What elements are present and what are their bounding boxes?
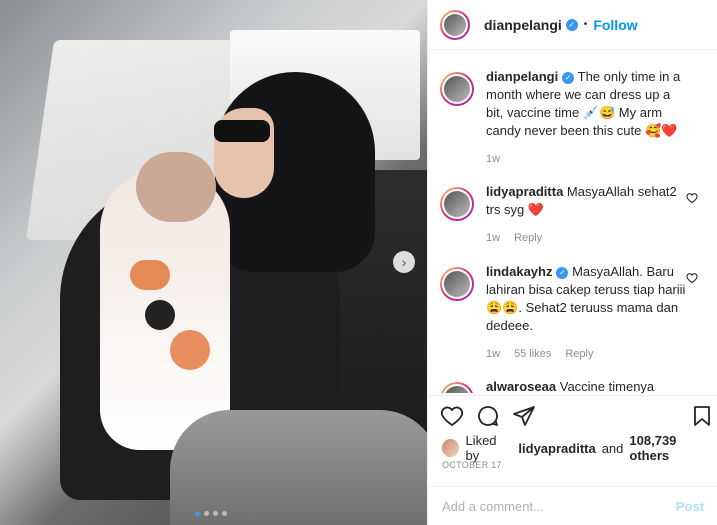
post-date: OCTOBER 17 xyxy=(442,460,502,470)
verified-badge-icon: ✓ xyxy=(562,71,575,84)
comments-list[interactable]: dianpelangi ✓ The only time in a month wh… xyxy=(428,68,717,393)
comment-username[interactable]: lindakayhz xyxy=(486,264,552,279)
front-seat xyxy=(170,410,427,525)
comment-time: 1w xyxy=(486,153,501,165)
post-comment-button[interactable]: Post xyxy=(676,499,704,514)
comment-body: lindakayhz ✓ MasyaAllah. Baru lahiran bis… xyxy=(486,263,688,363)
action-bar xyxy=(428,395,717,435)
follow-button[interactable]: Follow xyxy=(593,17,637,33)
comment-reply[interactable]: Reply xyxy=(514,232,542,244)
add-comment-bar: Post xyxy=(428,486,717,525)
bookmark-icon[interactable] xyxy=(690,404,714,428)
comment-input[interactable] xyxy=(440,497,664,515)
comment-icon[interactable] xyxy=(476,404,500,428)
comment-like-heart-icon[interactable] xyxy=(686,271,698,289)
caption: dianpelangi ✓ The only time in a month wh… xyxy=(428,68,717,168)
comment-meta: 1w 55 likes Reply xyxy=(486,345,688,363)
likes-others[interactable]: 108,739 others xyxy=(629,433,717,463)
avatar[interactable] xyxy=(440,187,474,221)
verified-badge-icon: ✓ xyxy=(556,266,569,279)
baby-head xyxy=(136,152,216,222)
comment-reply[interactable]: Reply xyxy=(565,348,593,360)
post-header: dianpelangi ✓ • Follow xyxy=(428,0,717,50)
carousel-indicator xyxy=(195,511,227,516)
comment-item: lindakayhz ✓ MasyaAllah. Baru lahiran bis… xyxy=(428,263,717,363)
avatar[interactable] xyxy=(440,9,470,40)
liker-avatar xyxy=(442,439,460,457)
onesie-pattern xyxy=(145,300,175,330)
likes-summary: Liked by lidyapraditta and 108,739 other… xyxy=(442,433,717,463)
post-side-panel: dianpelangi ✓ • Follow dianpelangi ✓ The … xyxy=(427,0,717,525)
carousel-dot xyxy=(222,511,227,516)
comment-item: lidyapraditta MasyaAllah sehat2 trs syg … xyxy=(428,183,717,247)
comment-time: 1w xyxy=(486,348,501,360)
comment-item: alwaroseaa Vaccine timenya xyxy=(428,378,717,393)
comment-text: Vaccine timenya xyxy=(559,379,655,393)
likes-prefix: Liked by xyxy=(465,433,497,463)
comment-username[interactable]: dianpelangi xyxy=(486,69,558,84)
carousel-dot xyxy=(213,511,218,516)
liker-username[interactable]: lidyapraditta xyxy=(518,441,595,456)
comment-body: alwaroseaa Vaccine timenya xyxy=(486,378,688,393)
onesie-pattern xyxy=(170,330,210,370)
carousel-dot xyxy=(204,511,209,516)
avatar[interactable] xyxy=(440,382,474,393)
comment-username[interactable]: alwaroseaa xyxy=(486,379,556,393)
separator: • xyxy=(583,19,588,30)
comment-like-heart-icon[interactable] xyxy=(686,191,698,209)
comment-likes[interactable]: 55 likes xyxy=(514,348,551,360)
comment-body: lidyapraditta MasyaAllah sehat2 trs syg … xyxy=(486,183,688,247)
chevron-right-icon: › xyxy=(401,254,407,270)
comment-username[interactable]: lidyapraditta xyxy=(486,184,563,199)
verified-badge-icon: ✓ xyxy=(565,18,578,31)
onesie-pattern xyxy=(130,260,170,290)
heart-icon[interactable] xyxy=(440,404,464,428)
sunglasses xyxy=(214,120,270,142)
comment-body: dianpelangi ✓ The only time in a month wh… xyxy=(486,68,688,168)
avatar[interactable] xyxy=(440,72,474,106)
comment-meta: 1w xyxy=(486,150,688,168)
comment-meta: 1w Reply xyxy=(486,229,688,247)
carousel-next-button[interactable]: › xyxy=(393,251,415,273)
instagram-post-modal: › dianpelangi ✓ • Follow dianpelangi ✓ Th… xyxy=(0,0,717,525)
paper-plane-icon[interactable] xyxy=(512,404,536,428)
avatar[interactable] xyxy=(440,267,474,301)
likes-and: and xyxy=(601,440,624,456)
author-username[interactable]: dianpelangi xyxy=(484,17,562,33)
comment-time: 1w xyxy=(486,232,501,244)
post-photo[interactable]: › xyxy=(0,0,427,525)
carousel-dot xyxy=(195,511,200,516)
